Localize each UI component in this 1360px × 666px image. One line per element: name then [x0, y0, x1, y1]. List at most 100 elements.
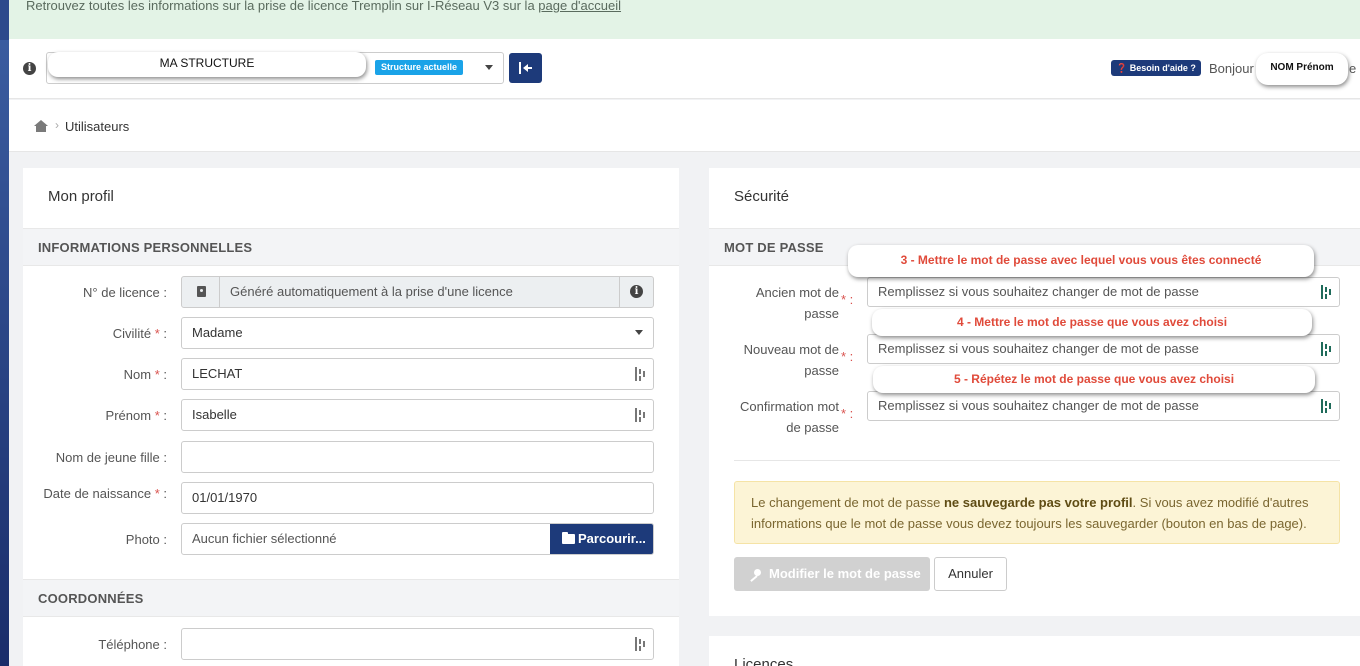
banner-text: Retrouvez toutes les informations sur la… [26, 0, 535, 13]
left-edge-stripe [0, 0, 9, 40]
password-manager-icon[interactable] [635, 367, 645, 381]
prenom-input[interactable]: Isabelle [181, 399, 654, 431]
date-naissance-label-text: Date de naissance [43, 486, 152, 501]
callout-step-5: 5 - Répétez le mot de passe que vous ave… [873, 366, 1315, 393]
caret-down-icon [635, 330, 643, 335]
required-mark: * : [841, 406, 854, 421]
confirm-password-placeholder: Remplissez si vous souhaitez changer de … [878, 398, 1199, 413]
info-icon[interactable]: i [23, 62, 36, 75]
date-naissance-value: 01/01/1970 [192, 490, 258, 505]
licences-card: Licences [709, 636, 1360, 666]
greeting-tail: e [1349, 61, 1357, 76]
key-icon [749, 569, 761, 582]
licence-label: N° de licence : [83, 285, 167, 300]
old-password-label: Ancien mot de passe [709, 282, 839, 324]
security-title: Sécurité [734, 188, 790, 205]
old-password-placeholder: Remplissez si vous souhaitez changer de … [878, 284, 1199, 299]
password-warning: Le changement de mot de passe ne sauvega… [734, 481, 1340, 544]
cancel-button[interactable]: Annuler [934, 557, 1007, 591]
telephone-input[interactable] [181, 628, 654, 660]
required-mark: * [154, 408, 160, 423]
home-base [36, 126, 46, 132]
nom-label: Nom * : [23, 364, 167, 385]
banner-text-wrap: Retrouvez toutes les informations sur la… [26, 0, 621, 13]
new-password-placeholder: Remplissez si vous souhaitez changer de … [878, 341, 1199, 356]
breadcrumb: › Utilisateurs [9, 100, 1360, 152]
old-password-label-2: passe [804, 306, 839, 321]
password-manager-icon[interactable] [1321, 342, 1331, 356]
prenom-label-text: Prénom [105, 408, 152, 423]
required-mark: * : [841, 349, 854, 364]
civilite-label-text: Civilité [112, 326, 152, 341]
password-manager-icon[interactable] [1321, 285, 1331, 299]
telephone-label: Téléphone : [98, 637, 167, 652]
civilite-value: Madame [192, 325, 243, 340]
browse-button[interactable]: Parcourir... [550, 524, 653, 554]
breadcrumb-current: Utilisateurs [65, 119, 130, 134]
password-manager-icon[interactable] [635, 637, 645, 651]
photo-label: Photo : [125, 532, 167, 547]
divider [734, 460, 1340, 461]
required-mark: * [154, 326, 160, 341]
profile-title: Mon profil [48, 188, 114, 205]
arrow-left-bar-icon [519, 62, 521, 74]
info-banner: Retrouvez toutes les informations sur la… [9, 0, 1360, 39]
nom-jeune-fille-input[interactable] [181, 441, 654, 473]
section-personal-info: INFORMATIONS PERSONNELLES [23, 228, 679, 266]
new-password-input[interactable]: Remplissez si vous souhaitez changer de … [867, 334, 1340, 364]
id-badge-icon [197, 286, 206, 297]
new-password-label-2: passe [804, 363, 839, 378]
info-icon: i [630, 285, 643, 298]
callout-step-4: 4 - Mettre le mot de passe que vous avez… [872, 309, 1312, 336]
licence-addon [182, 277, 220, 307]
prenom-label: Prénom * : [23, 405, 167, 426]
password-manager-icon[interactable] [635, 408, 645, 422]
new-password-label: Nouveau mot de passe [709, 339, 839, 381]
licence-field: Généré automatiquement à la prise d'une … [181, 276, 654, 308]
switch-structure-button[interactable] [509, 53, 542, 83]
top-bar: i MA STRUCTURE Structure actuelle ❓ Beso… [9, 39, 1360, 99]
folder-open-icon [562, 532, 575, 544]
nom-jeune-fille-label: Nom de jeune fille : [55, 450, 167, 465]
licence-value: Généré automatiquement à la prise d'une … [230, 284, 513, 299]
required-mark: * [154, 367, 160, 382]
prenom-value: Isabelle [192, 407, 237, 422]
user-name[interactable]: NOM Prénom [1256, 53, 1348, 85]
confirm-password-input[interactable]: Remplissez si vous souhaitez changer de … [867, 391, 1340, 421]
confirm-password-label: Confirmation mot de passe [709, 396, 839, 438]
arrow-shaft [526, 67, 532, 69]
photo-value: Aucun fichier sélectionné [192, 531, 337, 546]
key-shaft [750, 575, 758, 582]
chevron-down-icon[interactable] [485, 65, 493, 70]
colon: : [163, 367, 167, 382]
banner-link[interactable]: page d'accueil [538, 0, 621, 13]
photo-file-input[interactable]: Aucun fichier sélectionné Parcourir... [181, 523, 654, 555]
question-icon: ❓ [1116, 63, 1128, 73]
password-manager-icon[interactable] [1321, 399, 1331, 413]
old-password-input[interactable]: Remplissez si vous souhaitez changer de … [867, 277, 1340, 307]
warning-bold: ne sauvegarde pas votre profil [943, 495, 1133, 510]
nom-input[interactable]: LECHAT [181, 358, 654, 390]
licences-title: Licences [734, 656, 794, 666]
date-naissance-label: Date de naissance * : [23, 483, 167, 504]
section-contact: COORDONNÉES [23, 579, 679, 617]
licence-info[interactable]: i [619, 277, 653, 307]
nom-label-text: Nom [123, 367, 152, 382]
civilite-label: Civilité * : [23, 323, 167, 344]
structure-current-badge: Structure actuelle [375, 60, 464, 75]
civilite-select[interactable]: Madame [181, 317, 654, 349]
date-naissance-input[interactable]: 01/01/1970 [181, 482, 654, 514]
modify-password-button[interactable]: Modifier le mot de passe [734, 557, 930, 591]
required-mark: * [154, 486, 160, 501]
required-mark: * : [841, 292, 854, 307]
colon: : [163, 486, 167, 501]
greeting: Bonjour [1209, 61, 1254, 76]
colon: : [163, 408, 167, 423]
profile-card: Mon profil INFORMATIONS PERSONNELLES N° … [23, 168, 679, 666]
colon: : [163, 326, 167, 341]
help-button[interactable]: ❓ Besoin d'aide ? [1111, 60, 1201, 76]
home-icon[interactable] [34, 120, 48, 132]
left-edge-bar [0, 0, 9, 666]
browse-label: Parcourir... [578, 531, 646, 546]
modify-password-label: Modifier le mot de passe [769, 566, 921, 581]
